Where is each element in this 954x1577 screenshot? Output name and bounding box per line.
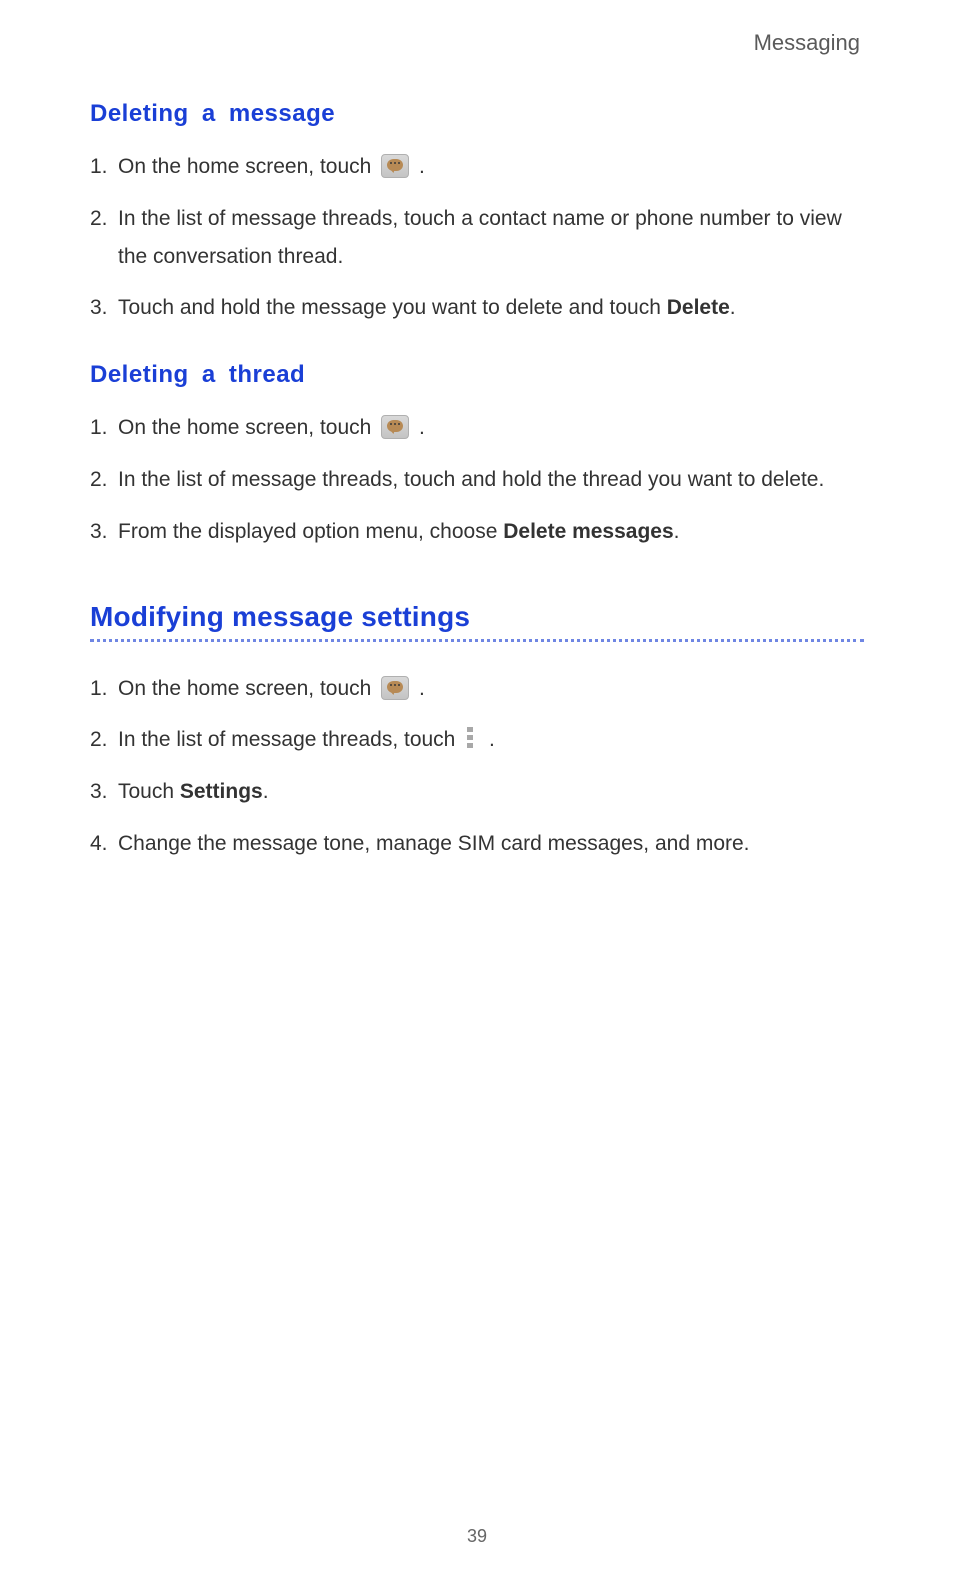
heading-deleting-message: Deleting a message xyxy=(90,100,864,128)
messaging-icon xyxy=(381,415,409,439)
step-text: . xyxy=(263,780,269,803)
step-text: In the list of message threads, touch an… xyxy=(118,468,824,491)
step-text: On the home screen, touch xyxy=(118,677,377,700)
step-text: On the home screen, touch xyxy=(118,416,377,439)
step-item: 3. Touch and hold the message you want t… xyxy=(90,289,864,327)
step-text: . xyxy=(419,677,425,700)
bold-word: Settings xyxy=(180,780,263,803)
bold-word: Delete messages xyxy=(503,520,673,543)
heading-deleting-thread: Deleting a thread xyxy=(90,361,864,389)
step-text: On the home screen, touch xyxy=(118,155,377,178)
chapter-header: Messaging xyxy=(90,30,860,56)
step-text: Change the message tone, manage SIM card… xyxy=(118,832,750,855)
step-text: . xyxy=(419,155,425,178)
step-item: 1. On the home screen, touch . xyxy=(90,409,864,447)
step-text: . xyxy=(419,416,425,439)
step-text: . xyxy=(489,728,495,751)
step-number: 2. xyxy=(90,721,108,759)
messaging-icon xyxy=(381,154,409,178)
step-item: 1. On the home screen, touch . xyxy=(90,148,864,186)
step-item: 3. From the displayed option menu, choos… xyxy=(90,513,864,551)
steps-deleting-message: 1. On the home screen, touch . 2. In the… xyxy=(90,148,864,327)
step-text: From the displayed option menu, choose xyxy=(118,520,503,543)
step-text: In the list of message threads, touch a … xyxy=(118,207,842,268)
heading-modifying-settings: Modifying message settings xyxy=(90,601,864,633)
step-text: In the list of message threads, touch xyxy=(118,728,461,751)
step-number: 3. xyxy=(90,289,108,327)
step-item: 1. On the home screen, touch . xyxy=(90,670,864,708)
step-number: 4. xyxy=(90,825,108,863)
page-number: 39 xyxy=(0,1526,954,1547)
dotted-divider xyxy=(90,639,864,642)
step-item: 4. Change the message tone, manage SIM c… xyxy=(90,825,864,863)
step-text: . xyxy=(730,296,736,319)
step-number: 1. xyxy=(90,148,108,186)
document-page: Messaging Deleting a message 1. On the h… xyxy=(0,0,954,1577)
steps-deleting-thread: 1. On the home screen, touch . 2. In the… xyxy=(90,409,864,550)
step-item: 3. Touch Settings. xyxy=(90,773,864,811)
bold-word: Delete xyxy=(667,296,730,319)
step-number: 1. xyxy=(90,670,108,708)
step-item: 2. In the list of message threads, touch… xyxy=(90,200,864,276)
step-number: 2. xyxy=(90,200,108,238)
steps-modifying-settings: 1. On the home screen, touch . 2. In the… xyxy=(90,670,864,863)
step-number: 3. xyxy=(90,773,108,811)
overflow-menu-icon xyxy=(467,727,477,749)
messaging-icon xyxy=(381,676,409,700)
step-number: 3. xyxy=(90,513,108,551)
step-text: Touch and hold the message you want to d… xyxy=(118,296,667,319)
step-item: 2. In the list of message threads, touch… xyxy=(90,461,864,499)
step-number: 1. xyxy=(90,409,108,447)
step-text: . xyxy=(674,520,680,543)
step-item: 2. In the list of message threads, touch… xyxy=(90,721,864,759)
step-text: Touch xyxy=(118,780,180,803)
step-number: 2. xyxy=(90,461,108,499)
